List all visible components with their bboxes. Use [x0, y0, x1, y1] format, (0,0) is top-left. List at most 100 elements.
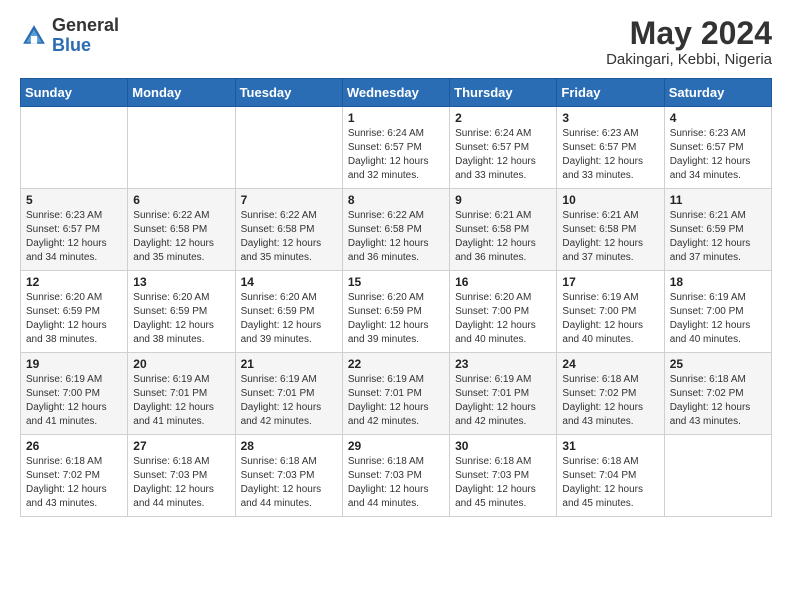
calendar-cell: 24Sunrise: 6:18 AM Sunset: 7:02 PM Dayli…	[557, 353, 664, 435]
calendar-cell: 26Sunrise: 6:18 AM Sunset: 7:02 PM Dayli…	[21, 435, 128, 517]
cell-sun-info: Sunrise: 6:19 AM Sunset: 7:01 PM Dayligh…	[348, 373, 444, 429]
cell-sun-info: Sunrise: 6:18 AM Sunset: 7:03 PM Dayligh…	[241, 455, 337, 511]
calendar-cell: 16Sunrise: 6:20 AM Sunset: 7:00 PM Dayli…	[450, 271, 557, 353]
calendar-header: SundayMondayTuesdayWednesdayThursdayFrid…	[21, 79, 772, 107]
cell-sun-info: Sunrise: 6:20 AM Sunset: 6:59 PM Dayligh…	[241, 291, 337, 347]
cell-day-number: 30	[455, 439, 551, 453]
cell-day-number: 14	[241, 275, 337, 289]
cell-day-number: 20	[133, 357, 229, 371]
calendar-cell: 3Sunrise: 6:23 AM Sunset: 6:57 PM Daylig…	[557, 107, 664, 189]
cell-day-number: 28	[241, 439, 337, 453]
calendar-cell: 5 Sunrise: 6:23 AM Sunset: 6:57 PM Daylig…	[21, 189, 128, 271]
calendar-cell: 8 Sunrise: 6:22 AM Sunset: 6:58 PM Daylig…	[342, 189, 449, 271]
calendar-cell: 9 Sunrise: 6:21 AM Sunset: 6:58 PM Daylig…	[450, 189, 557, 271]
header-cell-monday: Monday	[128, 79, 235, 107]
cell-day-number: 5	[26, 193, 122, 207]
cell-sun-info: Sunrise: 6:23 AM Sunset: 6:57 PM Dayligh…	[670, 127, 766, 183]
header-row: SundayMondayTuesdayWednesdayThursdayFrid…	[21, 79, 772, 107]
cell-day-number: 8	[348, 193, 444, 207]
cell-day-number: 10	[562, 193, 658, 207]
calendar-cell: 29 Sunrise: 6:18 AM Sunset: 7:03 PM Dayli…	[342, 435, 449, 517]
cell-day-number: 11	[670, 193, 766, 207]
header-cell-thursday: Thursday	[450, 79, 557, 107]
cell-sun-info: Sunrise: 6:19 AM Sunset: 7:01 PM Dayligh…	[241, 373, 337, 429]
calendar-cell: 20 Sunrise: 6:19 AM Sunset: 7:01 PM Dayli…	[128, 353, 235, 435]
cell-sun-info: Sunrise: 6:21 AM Sunset: 6:58 PM Dayligh…	[455, 209, 551, 265]
calendar-cell: 14 Sunrise: 6:20 AM Sunset: 6:59 PM Dayli…	[235, 271, 342, 353]
calendar-cell: 15 Sunrise: 6:20 AM Sunset: 6:59 PM Dayli…	[342, 271, 449, 353]
cell-sun-info: Sunrise: 6:18 AM Sunset: 7:03 PM Dayligh…	[133, 455, 229, 511]
calendar-cell: 21 Sunrise: 6:19 AM Sunset: 7:01 PM Dayli…	[235, 353, 342, 435]
cell-day-number: 19	[26, 357, 122, 371]
calendar-body: 1 Sunrise: 6:24 AM Sunset: 6:57 PM Daylig…	[21, 107, 772, 517]
header-cell-tuesday: Tuesday	[235, 79, 342, 107]
week-row-5: 26Sunrise: 6:18 AM Sunset: 7:02 PM Dayli…	[21, 435, 772, 517]
cell-day-number: 15	[348, 275, 444, 289]
cell-day-number: 18	[670, 275, 766, 289]
cell-day-number: 17	[562, 275, 658, 289]
calendar-cell: 4Sunrise: 6:23 AM Sunset: 6:57 PM Daylig…	[664, 107, 771, 189]
cell-sun-info: Sunrise: 6:19 AM Sunset: 7:00 PM Dayligh…	[670, 291, 766, 347]
cell-sun-info: Sunrise: 6:20 AM Sunset: 6:59 PM Dayligh…	[26, 291, 122, 347]
header-cell-saturday: Saturday	[664, 79, 771, 107]
calendar-cell	[235, 107, 342, 189]
calendar-cell: 13Sunrise: 6:20 AM Sunset: 6:59 PM Dayli…	[128, 271, 235, 353]
cell-day-number: 7	[241, 193, 337, 207]
calendar-cell: 18 Sunrise: 6:19 AM Sunset: 7:00 PM Dayli…	[664, 271, 771, 353]
cell-sun-info: Sunrise: 6:19 AM Sunset: 7:00 PM Dayligh…	[26, 373, 122, 429]
cell-sun-info: Sunrise: 6:24 AM Sunset: 6:57 PM Dayligh…	[455, 127, 551, 183]
logo-icon	[20, 22, 48, 50]
week-row-1: 1 Sunrise: 6:24 AM Sunset: 6:57 PM Daylig…	[21, 107, 772, 189]
cell-sun-info: Sunrise: 6:18 AM Sunset: 7:02 PM Dayligh…	[562, 373, 658, 429]
calendar-cell: 31Sunrise: 6:18 AM Sunset: 7:04 PM Dayli…	[557, 435, 664, 517]
calendar-cell: 2 Sunrise: 6:24 AM Sunset: 6:57 PM Daylig…	[450, 107, 557, 189]
page: General Blue May 2024 Dakingari, Kebbi, …	[0, 0, 792, 612]
cell-day-number: 2	[455, 111, 551, 125]
cell-sun-info: Sunrise: 6:18 AM Sunset: 7:02 PM Dayligh…	[670, 373, 766, 429]
cell-sun-info: Sunrise: 6:21 AM Sunset: 6:59 PM Dayligh…	[670, 209, 766, 265]
calendar-cell: 25 Sunrise: 6:18 AM Sunset: 7:02 PM Dayli…	[664, 353, 771, 435]
calendar-cell: 22 Sunrise: 6:19 AM Sunset: 7:01 PM Dayli…	[342, 353, 449, 435]
cell-sun-info: Sunrise: 6:18 AM Sunset: 7:03 PM Dayligh…	[455, 455, 551, 511]
cell-day-number: 29	[348, 439, 444, 453]
cell-day-number: 25	[670, 357, 766, 371]
title-block: May 2024 Dakingari, Kebbi, Nigeria	[606, 16, 772, 68]
calendar-cell: 27 Sunrise: 6:18 AM Sunset: 7:03 PM Dayli…	[128, 435, 235, 517]
calendar-cell: 17Sunrise: 6:19 AM Sunset: 7:00 PM Dayli…	[557, 271, 664, 353]
subtitle: Dakingari, Kebbi, Nigeria	[606, 51, 772, 68]
header-cell-friday: Friday	[557, 79, 664, 107]
cell-day-number: 26	[26, 439, 122, 453]
cell-day-number: 27	[133, 439, 229, 453]
cell-sun-info: Sunrise: 6:18 AM Sunset: 7:03 PM Dayligh…	[348, 455, 444, 511]
cell-sun-info: Sunrise: 6:23 AM Sunset: 6:57 PM Dayligh…	[562, 127, 658, 183]
cell-day-number: 22	[348, 357, 444, 371]
calendar-cell: 7 Sunrise: 6:22 AM Sunset: 6:58 PM Daylig…	[235, 189, 342, 271]
cell-day-number: 21	[241, 357, 337, 371]
cell-sun-info: Sunrise: 6:23 AM Sunset: 6:57 PM Dayligh…	[26, 209, 122, 265]
cell-sun-info: Sunrise: 6:19 AM Sunset: 7:01 PM Dayligh…	[133, 373, 229, 429]
cell-day-number: 1	[348, 111, 444, 125]
logo: General Blue	[20, 16, 119, 56]
calendar-table: SundayMondayTuesdayWednesdayThursdayFrid…	[20, 78, 772, 517]
cell-sun-info: Sunrise: 6:22 AM Sunset: 6:58 PM Dayligh…	[348, 209, 444, 265]
cell-sun-info: Sunrise: 6:19 AM Sunset: 7:01 PM Dayligh…	[455, 373, 551, 429]
cell-sun-info: Sunrise: 6:22 AM Sunset: 6:58 PM Dayligh…	[241, 209, 337, 265]
header-cell-wednesday: Wednesday	[342, 79, 449, 107]
cell-sun-info: Sunrise: 6:20 AM Sunset: 6:59 PM Dayligh…	[348, 291, 444, 347]
calendar-cell: 11 Sunrise: 6:21 AM Sunset: 6:59 PM Dayli…	[664, 189, 771, 271]
header: General Blue May 2024 Dakingari, Kebbi, …	[20, 16, 772, 68]
calendar-cell: 12Sunrise: 6:20 AM Sunset: 6:59 PM Dayli…	[21, 271, 128, 353]
cell-day-number: 16	[455, 275, 551, 289]
logo-text: General Blue	[52, 16, 119, 56]
calendar-cell	[128, 107, 235, 189]
calendar-cell: 1Sunrise: 6:24 AM Sunset: 6:57 PM Daylig…	[342, 107, 449, 189]
calendar-cell: 19 Sunrise: 6:19 AM Sunset: 7:00 PM Dayli…	[21, 353, 128, 435]
cell-sun-info: Sunrise: 6:21 AM Sunset: 6:58 PM Dayligh…	[562, 209, 658, 265]
calendar-cell: 28 Sunrise: 6:18 AM Sunset: 7:03 PM Dayli…	[235, 435, 342, 517]
header-cell-sunday: Sunday	[21, 79, 128, 107]
calendar-cell: 30 Sunrise: 6:18 AM Sunset: 7:03 PM Dayli…	[450, 435, 557, 517]
calendar-cell: 23Sunrise: 6:19 AM Sunset: 7:01 PM Dayli…	[450, 353, 557, 435]
cell-day-number: 31	[562, 439, 658, 453]
cell-day-number: 13	[133, 275, 229, 289]
cell-day-number: 9	[455, 193, 551, 207]
